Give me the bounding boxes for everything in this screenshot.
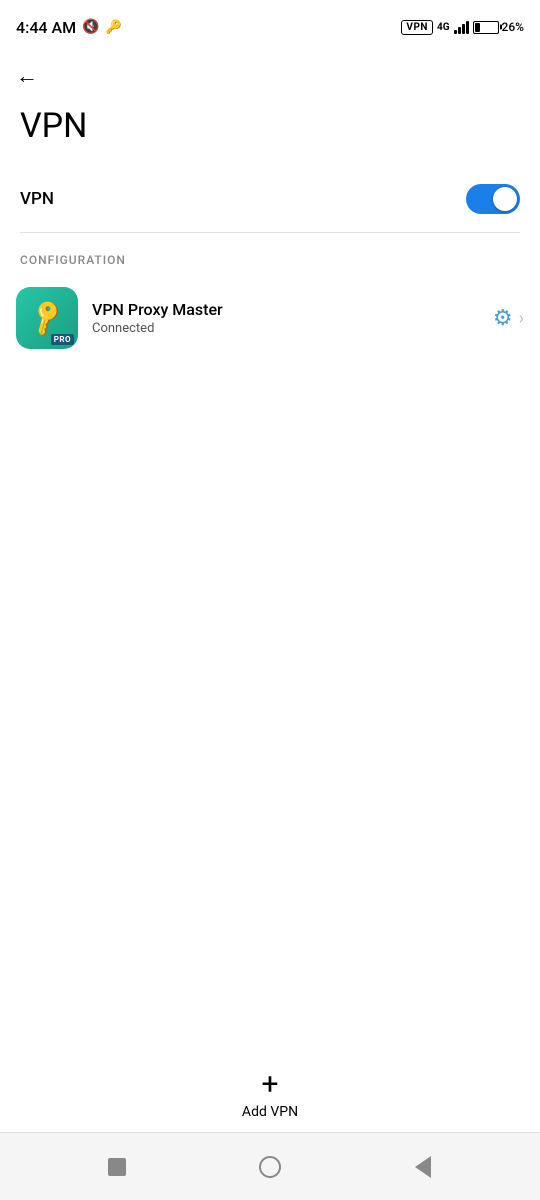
bar2	[458, 27, 461, 34]
toggle-knob	[493, 187, 517, 211]
battery-icon	[473, 21, 499, 34]
back-button[interactable]: ←	[0, 56, 540, 98]
chevron-right-icon: ›	[519, 308, 524, 329]
bar1	[454, 30, 457, 34]
nav-triangle-icon	[415, 1156, 431, 1178]
key-status-icon: 🔑	[106, 20, 122, 35]
vpn-toggle-switch[interactable]	[466, 184, 520, 214]
nav-square-icon	[108, 1158, 126, 1176]
nav-recents-button[interactable]	[102, 1152, 132, 1182]
status-bar: 4:44 AM 🔇 🔑 VPN 4G 26%	[0, 0, 540, 52]
configuration-section-label: CONFIGURATION	[0, 233, 540, 275]
vpn-key-icon: 🔑	[25, 297, 68, 339]
config-app-name: VPN Proxy Master	[92, 300, 479, 319]
status-time: 4:44 AM	[16, 18, 76, 37]
config-status: Connected	[92, 321, 479, 336]
config-actions: ⚙ ›	[493, 306, 524, 331]
back-arrow-icon: ←	[16, 66, 38, 88]
battery-fill	[475, 23, 481, 32]
vpn-toggle-label: VPN	[20, 189, 54, 209]
nav-back-button[interactable]	[408, 1152, 438, 1182]
mute-icon: 🔇	[82, 19, 99, 35]
vpn-toggle-row: VPN	[0, 166, 540, 232]
signal-bars	[454, 20, 469, 34]
pro-badge: PRO	[51, 334, 74, 345]
battery-percent: 26%	[502, 20, 524, 34]
bar3	[462, 24, 465, 34]
nav-circle-icon	[259, 1156, 281, 1178]
add-icon: +	[261, 1070, 278, 1100]
config-text: VPN Proxy Master Connected	[92, 300, 479, 336]
status-right: VPN 4G 26%	[401, 20, 524, 35]
gear-icon[interactable]: ⚙	[493, 306, 513, 331]
app-icon: 🔑 PRO	[16, 287, 78, 349]
vpn-config-item[interactable]: 🔑 PRO VPN Proxy Master Connected ⚙ ›	[0, 275, 540, 361]
vpn-status-badge: VPN	[401, 20, 433, 35]
bar4	[466, 21, 469, 34]
add-vpn-label: Add VPN	[242, 1104, 298, 1120]
battery-container: 26%	[473, 20, 524, 34]
add-vpn-button[interactable]: + Add VPN	[242, 1070, 298, 1120]
4g-icon: 4G	[437, 22, 450, 33]
nav-home-button[interactable]	[255, 1152, 285, 1182]
page-title: VPN	[0, 98, 540, 166]
nav-bar	[0, 1132, 540, 1200]
